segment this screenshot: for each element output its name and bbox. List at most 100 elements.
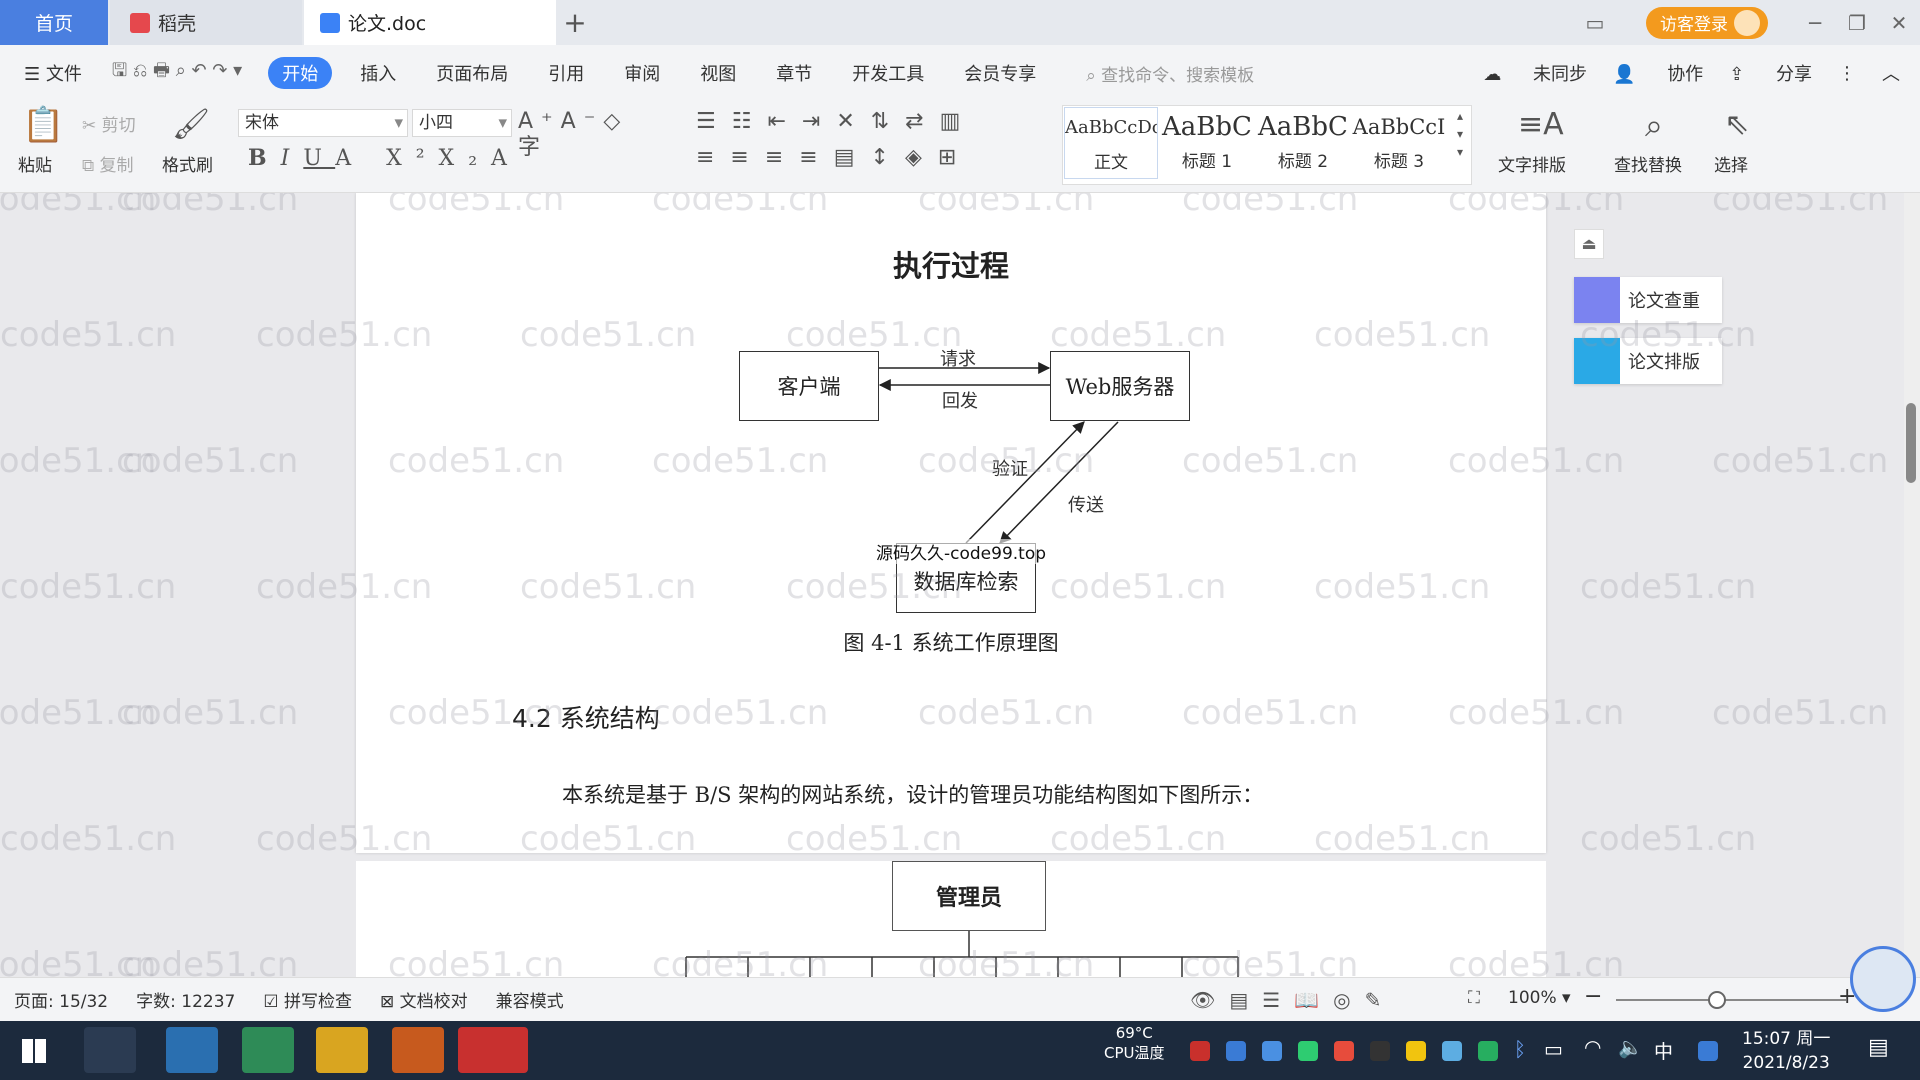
word-count[interactable]: 字数: 12237 [136,987,235,1012]
more-icon[interactable]: ⋮ [1838,63,1856,84]
style-heading-3[interactable]: AaBbCcI 标题 3 [1352,107,1446,179]
tray-icon[interactable] [1298,1041,1318,1061]
tray-icon[interactable] [1442,1041,1462,1061]
paste-icon[interactable]: 📋 [22,105,64,145]
menu-start[interactable]: 开始 [268,57,333,89]
font-name-select[interactable]: 宋体 ▾ [238,109,408,137]
taskbar: 69°C CPU温度 ᛒ ▭ ◠ 🔈 中 15:07 周一 2021/8/23 ▤ [0,1021,1920,1080]
vertical-scrollbar[interactable] [1904,193,1920,977]
ime-indicator[interactable]: 中 [1654,1037,1673,1064]
menu-chapter[interactable]: 章节 [776,60,812,86]
spell-check-label: 拼写检查 [284,992,352,1012]
document-area: 执行过程 客户端 Web服务器 数据库检索 请求 回发 验证 传送 源码久久-c… [0,193,1920,977]
style-normal[interactable]: AaBbCcDc 正文 [1064,107,1158,179]
page-indicator[interactable]: 页面: 15/32 [14,987,108,1012]
tray-icon[interactable] [1226,1041,1246,1061]
text-layout-icon[interactable]: ≡A [1518,105,1564,145]
select-button[interactable]: 选择 [1714,151,1748,176]
document-page-next[interactable]: 管理员 [356,861,1546,977]
sync-button[interactable]: ☁ 未同步 [1483,60,1587,86]
file-explorer-icon[interactable] [316,1027,368,1073]
tray-icon[interactable] [1190,1041,1210,1061]
layout-icon[interactable]: ▭ [1574,11,1616,35]
file-menu[interactable]: ☰ 文件 [24,60,82,86]
menu-references[interactable]: 引用 [548,60,584,86]
wps-taskbar-icon[interactable] [458,1027,528,1073]
scrollbar-thumb[interactable] [1906,403,1916,483]
zoom-slider-thumb[interactable] [1708,991,1726,1009]
quick-access-icons[interactable]: 🖫 ⎌ 🖶 ⌕ ↶ ↷ ▾ [112,58,242,88]
nvidia-icon[interactable] [1478,1041,1498,1061]
menu-insert[interactable]: 插入 [360,60,396,86]
share-button[interactable]: ⇪ 分享 [1729,60,1812,86]
fit-page-icon[interactable]: ⛶ [1468,988,1480,1008]
find-replace-icon[interactable]: ⌕ [1634,105,1674,145]
search-icon: ⌕ [1086,65,1096,86]
thesis-layout-button[interactable]: 论文排版 [1574,338,1722,384]
restore-button[interactable]: ❐ [1836,11,1878,35]
ie-browser-icon[interactable] [166,1027,218,1073]
font-size-select[interactable]: 小四 ▾ [412,109,512,137]
tab-document[interactable]: 论文.doc [304,0,556,45]
watermark: code51.cn [0,441,157,481]
assistant-widget-icon[interactable] [1850,946,1916,1012]
notification-icon[interactable]: ▤ [1868,1035,1889,1060]
status-bar: 页面: 15/32 字数: 12237 ☑ 拼写检查 ⊠ 文档校对 兼容模式 👁… [0,946,1920,1022]
menu-review[interactable]: 审阅 [624,60,660,86]
minimize-button[interactable]: ─ [1794,11,1836,35]
tray-icon[interactable] [1334,1041,1354,1061]
guest-login-button[interactable]: 访客登录 [1646,6,1768,39]
tab-daoke[interactable]: 稻壳 [110,0,302,45]
font-style-tools[interactable]: BIUA X²X₂A [248,145,668,172]
format-painter-button[interactable]: 格式刷 [162,151,213,176]
shield-icon[interactable] [1262,1041,1282,1061]
taskbar-app-1[interactable] [84,1027,136,1073]
zoom-out-button[interactable]: − [1584,984,1602,1009]
copy-button[interactable]: ⧉ 复制 [82,151,134,176]
volume-icon[interactable]: 🔈 [1618,1035,1643,1059]
collab-button[interactable]: 👤 协作 [1613,60,1703,86]
text-layout-button[interactable]: 文字排版 [1498,151,1566,176]
paragraph-tools-row2[interactable]: ≡≡≡≡▤↕◈⊞ [696,145,1036,171]
clock[interactable]: 15:07 周一 2021/8/23 [1742,1027,1830,1075]
side-panel-collapse-icon[interactable]: ⏏ [1574,229,1604,259]
cut-button[interactable]: ✂ 剪切 [82,111,136,136]
menu-member[interactable]: 会员专享 [964,60,1036,86]
style-gallery-scroll[interactable]: ▴ ▾ ▾ [1452,107,1468,161]
qq-icon[interactable] [1370,1041,1390,1061]
close-button[interactable]: ✕ [1878,11,1920,35]
document-page[interactable]: 执行过程 客户端 Web服务器 数据库检索 请求 回发 验证 传送 源码久久-c… [356,193,1546,853]
paragraph-tools-row1[interactable]: ☰☷⇤⇥✕⇅⇄▥ [696,109,1036,135]
bluetooth-icon[interactable]: ᛒ [1514,1037,1526,1061]
menu-dev-tools[interactable]: 开发工具 [852,60,924,86]
new-tab-button[interactable]: + [560,0,590,45]
menu-page-layout[interactable]: 页面布局 [436,60,508,86]
tray-icon[interactable] [1698,1041,1718,1061]
zoom-slider[interactable] [1616,999,1846,1001]
cpu-temp-widget[interactable]: 69°C CPU温度 [1104,1023,1165,1063]
style-heading-1[interactable]: AaBbC 标题 1 [1160,107,1254,179]
daoke-icon [130,12,150,33]
style-heading-2[interactable]: AaBbC 标题 2 [1256,107,1350,179]
tray-icon[interactable] [1406,1041,1426,1061]
collapse-ribbon-icon[interactable]: ︿ [1882,60,1900,86]
format-painter-icon[interactable]: 🖌 [172,105,210,145]
watermark: code51.cn [1712,193,1889,219]
taskbar-app-5[interactable] [392,1027,444,1073]
thesis-check-button[interactable]: 论文查重 [1574,277,1722,323]
font-name-value: 宋体 [245,113,279,133]
windows-start-icon[interactable] [22,1039,46,1063]
paste-button[interactable]: 粘贴 [18,151,52,176]
battery-icon[interactable]: ▭ [1544,1037,1563,1061]
doc-proof-button[interactable]: ⊠ 文档校对 [380,987,468,1012]
tab-home[interactable]: 首页 [0,0,108,45]
select-cursor-icon[interactable]: ⇖ [1722,105,1752,145]
menu-view[interactable]: 视图 [700,60,736,86]
command-search[interactable]: ⌕ 查找命令、搜索模板 [1086,61,1254,86]
find-replace-button[interactable]: 查找替换 [1614,151,1682,176]
view-mode-icons[interactable]: 👁▤☰📖◎✎ [1190,978,1395,1022]
wifi-icon[interactable]: ◠ [1584,1035,1601,1059]
spell-check-button[interactable]: ☑ 拼写检查 [263,987,352,1012]
zoom-level[interactable]: 100% ▾ [1508,988,1571,1008]
browser-360-icon[interactable] [242,1027,294,1073]
